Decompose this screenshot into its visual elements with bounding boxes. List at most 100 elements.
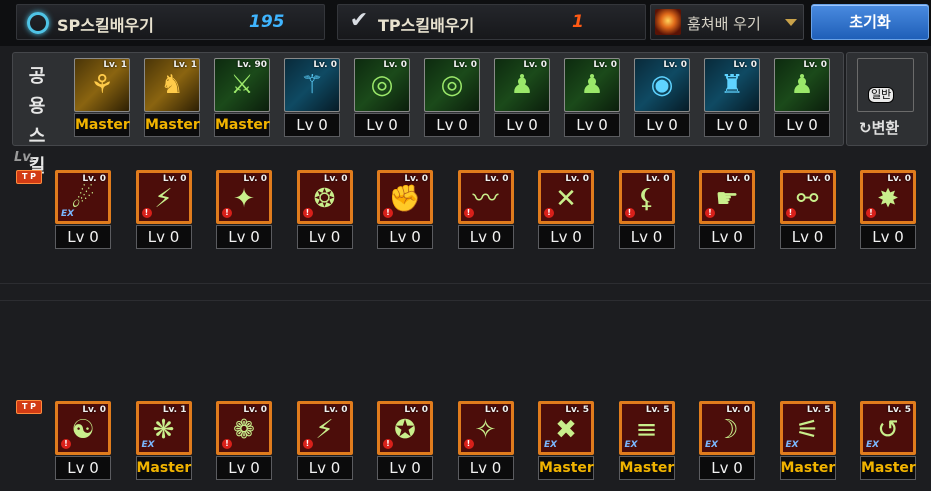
ex-badge-icon: EX [544, 440, 558, 450]
tp-skill-r1-11[interactable]: Lv. 0 ✸! Lv 0 [860, 170, 916, 250]
common-skill-11[interactable]: Lv. 0 ♟ Lv 0 [774, 58, 830, 138]
skill-level: Master [538, 456, 594, 480]
tp-skill-r2-5[interactable]: Lv. 0 ✪! Lv 0 [377, 401, 433, 481]
skill-icon: Lv. 0 ✕! [538, 170, 594, 224]
tp-skill-r2-1[interactable]: Lv. 0 ☯! Lv 0 [55, 401, 111, 481]
skill-icon: Lv. 0 ❂! [296, 170, 353, 224]
tp-skill-r2-8[interactable]: Lv. 5 ≡ EX Master [618, 401, 675, 481]
locked-badge-icon: ! [222, 439, 232, 449]
bust-icon: Lv. 0 ♟ [564, 58, 620, 112]
tp-skill-r1-3[interactable]: Lv. 0 ✦! Lv 0 [216, 170, 272, 250]
tp-skill-r1-1[interactable]: Lv. 0 ☄ EX Lv 0 [55, 170, 111, 250]
common-skill-8[interactable]: Lv. 0 ♟ Lv 0 [564, 58, 620, 138]
tp-skill-r1-2[interactable]: Lv. 0 ⚡! Lv 0 [135, 170, 192, 250]
convert-skill-icon[interactable]: 일반 [857, 58, 914, 112]
skill-level: Lv 0 [457, 225, 514, 249]
refresh-icon: ↻ [859, 119, 872, 137]
tp-tag-row1: T P [16, 170, 42, 184]
ex-badge-icon: EX [785, 440, 799, 450]
skill-glyph: ◉ [650, 70, 674, 100]
skill-icon: Lv. 0 ✸! [860, 170, 916, 224]
skill-level: Lv 0 [354, 113, 410, 137]
skill-icon: Lv. 0 ☯! [55, 401, 111, 455]
tp-skill-r1-8[interactable]: Lv. 0 ⚸! Lv 0 [618, 170, 675, 250]
common-skill-9[interactable]: Lv. 0 ◉ Lv 0 [634, 58, 690, 138]
skill-glyph: ♟ [510, 70, 534, 100]
skill-level: Lv 0 [377, 456, 433, 480]
reset-button[interactable]: 초기화 [811, 4, 929, 40]
skill-level: Lv 0 [699, 456, 755, 480]
skill-glyph: ⚔ [230, 70, 254, 100]
crouch-icon: Lv. 1 ♞ [144, 58, 200, 112]
check-icon: ✔ [349, 8, 369, 33]
fire-icon [655, 9, 681, 35]
tp-tag-row2: T P [16, 400, 42, 414]
skill-level: Lv 0 [538, 225, 594, 249]
common-skill-2[interactable]: Lv. 1 ♞ Master [144, 58, 200, 138]
tp-skill-r2-2[interactable]: Lv. 1 ❋ EX Master [135, 401, 192, 481]
common-skill-3[interactable]: Lv. 90 ⚔ Master [214, 58, 270, 138]
skill-level: Master [144, 113, 200, 137]
skill-level: Lv 0 [860, 225, 916, 249]
common-skill-1[interactable]: Lv. 1 ⚘ Master [74, 58, 130, 138]
common-skill-4[interactable]: Lv. 0 ⚚ Lv 0 [284, 58, 340, 138]
convert-icon-label: 일반 [868, 87, 895, 103]
sp-ring-icon [27, 12, 49, 34]
locked-badge-icon: ! [383, 439, 393, 449]
tp-skill-r2-3[interactable]: Lv. 0 ❁! Lv 0 [216, 401, 272, 481]
ex-badge-icon: EX [141, 440, 155, 450]
skill-icon: Lv. 0 〰! [457, 170, 514, 224]
common-skill-6[interactable]: Lv. 0 ◎ Lv 0 [424, 58, 480, 138]
skill-icon: Lv. 0 ☄ EX [55, 170, 111, 224]
tp-skill-r2-7[interactable]: Lv. 5 ✖ EX Master [538, 401, 594, 481]
tp-skill-r2-6[interactable]: Lv. 0 ✧! Lv 0 [457, 401, 514, 481]
skill-icon: Lv. 0 ⚡! [135, 170, 192, 224]
skill-level: Lv 0 [494, 113, 550, 137]
tp-skill-r1-7[interactable]: Lv. 0 ✕! Lv 0 [538, 170, 594, 250]
tp-skill-r1-5[interactable]: Lv. 0 ✊! Lv 0 [377, 170, 433, 250]
locked-badge-icon: ! [302, 439, 313, 449]
ex-badge-icon: EX [624, 440, 638, 450]
locked-badge-icon: ! [866, 208, 876, 218]
tp-skill-r2-11[interactable]: Lv. 5 ↺ EX Master [860, 401, 916, 481]
learn-mode-dropdown[interactable]: 훔쳐배 우기 [650, 4, 804, 40]
skill-icon: Lv. 1 ❋ EX [135, 401, 192, 455]
tp-title: TP스킬배우기 [378, 16, 475, 35]
skill-icon: Lv. 5 ⚟ EX [779, 401, 836, 455]
common-skill-5[interactable]: Lv. 0 ◎ Lv 0 [354, 58, 410, 138]
flex-icon: Lv. 90 ⚔ [214, 58, 270, 112]
skill-icon: Lv. 0 ⚸! [618, 170, 675, 224]
tp-skill-r1-10[interactable]: Lv. 0 ⚯! Lv 0 [779, 170, 836, 250]
tp-skill-r2-10[interactable]: Lv. 5 ⚟ EX Master [779, 401, 836, 481]
common-skill-7[interactable]: Lv. 0 ♟ Lv 0 [494, 58, 550, 138]
tp-skill-r1-4[interactable]: Lv. 0 ❂! Lv 0 [296, 170, 353, 250]
ex-badge-icon: EX [61, 209, 75, 219]
skill-icon: Lv. 0 ✦! [216, 170, 272, 224]
tp-skill-r2-4[interactable]: Lv. 0 ⚡! Lv 0 [296, 401, 353, 481]
skill-level: Master [135, 456, 192, 480]
skill-glyph: ♞ [160, 70, 184, 100]
locked-badge-icon: ! [544, 208, 554, 218]
locked-badge-icon: ! [785, 208, 796, 218]
skill-level: Master [779, 456, 836, 480]
tp-skill-r2-9[interactable]: Lv. 0 ☽ EX Lv 0 [699, 401, 755, 481]
dropdown-label: 훔쳐배 우기 [687, 15, 761, 33]
skill-level: Master [860, 456, 916, 480]
skill-level: Master [214, 113, 270, 137]
skill-level: Lv 0 [704, 113, 760, 137]
locked-badge-icon: ! [463, 208, 474, 218]
skill-glyph: ♜ [720, 70, 744, 100]
target-icon: Lv. 0 ◎ [354, 58, 410, 112]
eye-icon: Lv. 0 ◉ [634, 58, 690, 112]
divider [0, 300, 931, 301]
tp-skill-r1-9[interactable]: Lv. 0 ☛! Lv 0 [699, 170, 755, 250]
skill-level: Master [74, 113, 130, 137]
skill-level: Lv 0 [424, 113, 480, 137]
convert-button[interactable]: ↻변환 [859, 117, 899, 138]
common-skill-10[interactable]: Lv. 0 ♜ Lv 0 [704, 58, 760, 138]
ex-badge-icon: EX [866, 440, 880, 450]
divider [0, 283, 931, 284]
skill-level: Lv 0 [377, 225, 433, 249]
locked-badge-icon: ! [61, 439, 71, 449]
tp-skill-r1-6[interactable]: Lv. 0 〰! Lv 0 [457, 170, 514, 250]
